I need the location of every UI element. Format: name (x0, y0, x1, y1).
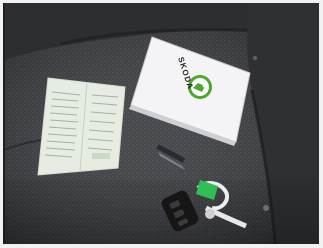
registration-document (37, 77, 126, 176)
car-seat-photo: SKODA (0, 0, 323, 248)
seat-stud (263, 205, 269, 211)
photo: SKODA (0, 0, 323, 248)
